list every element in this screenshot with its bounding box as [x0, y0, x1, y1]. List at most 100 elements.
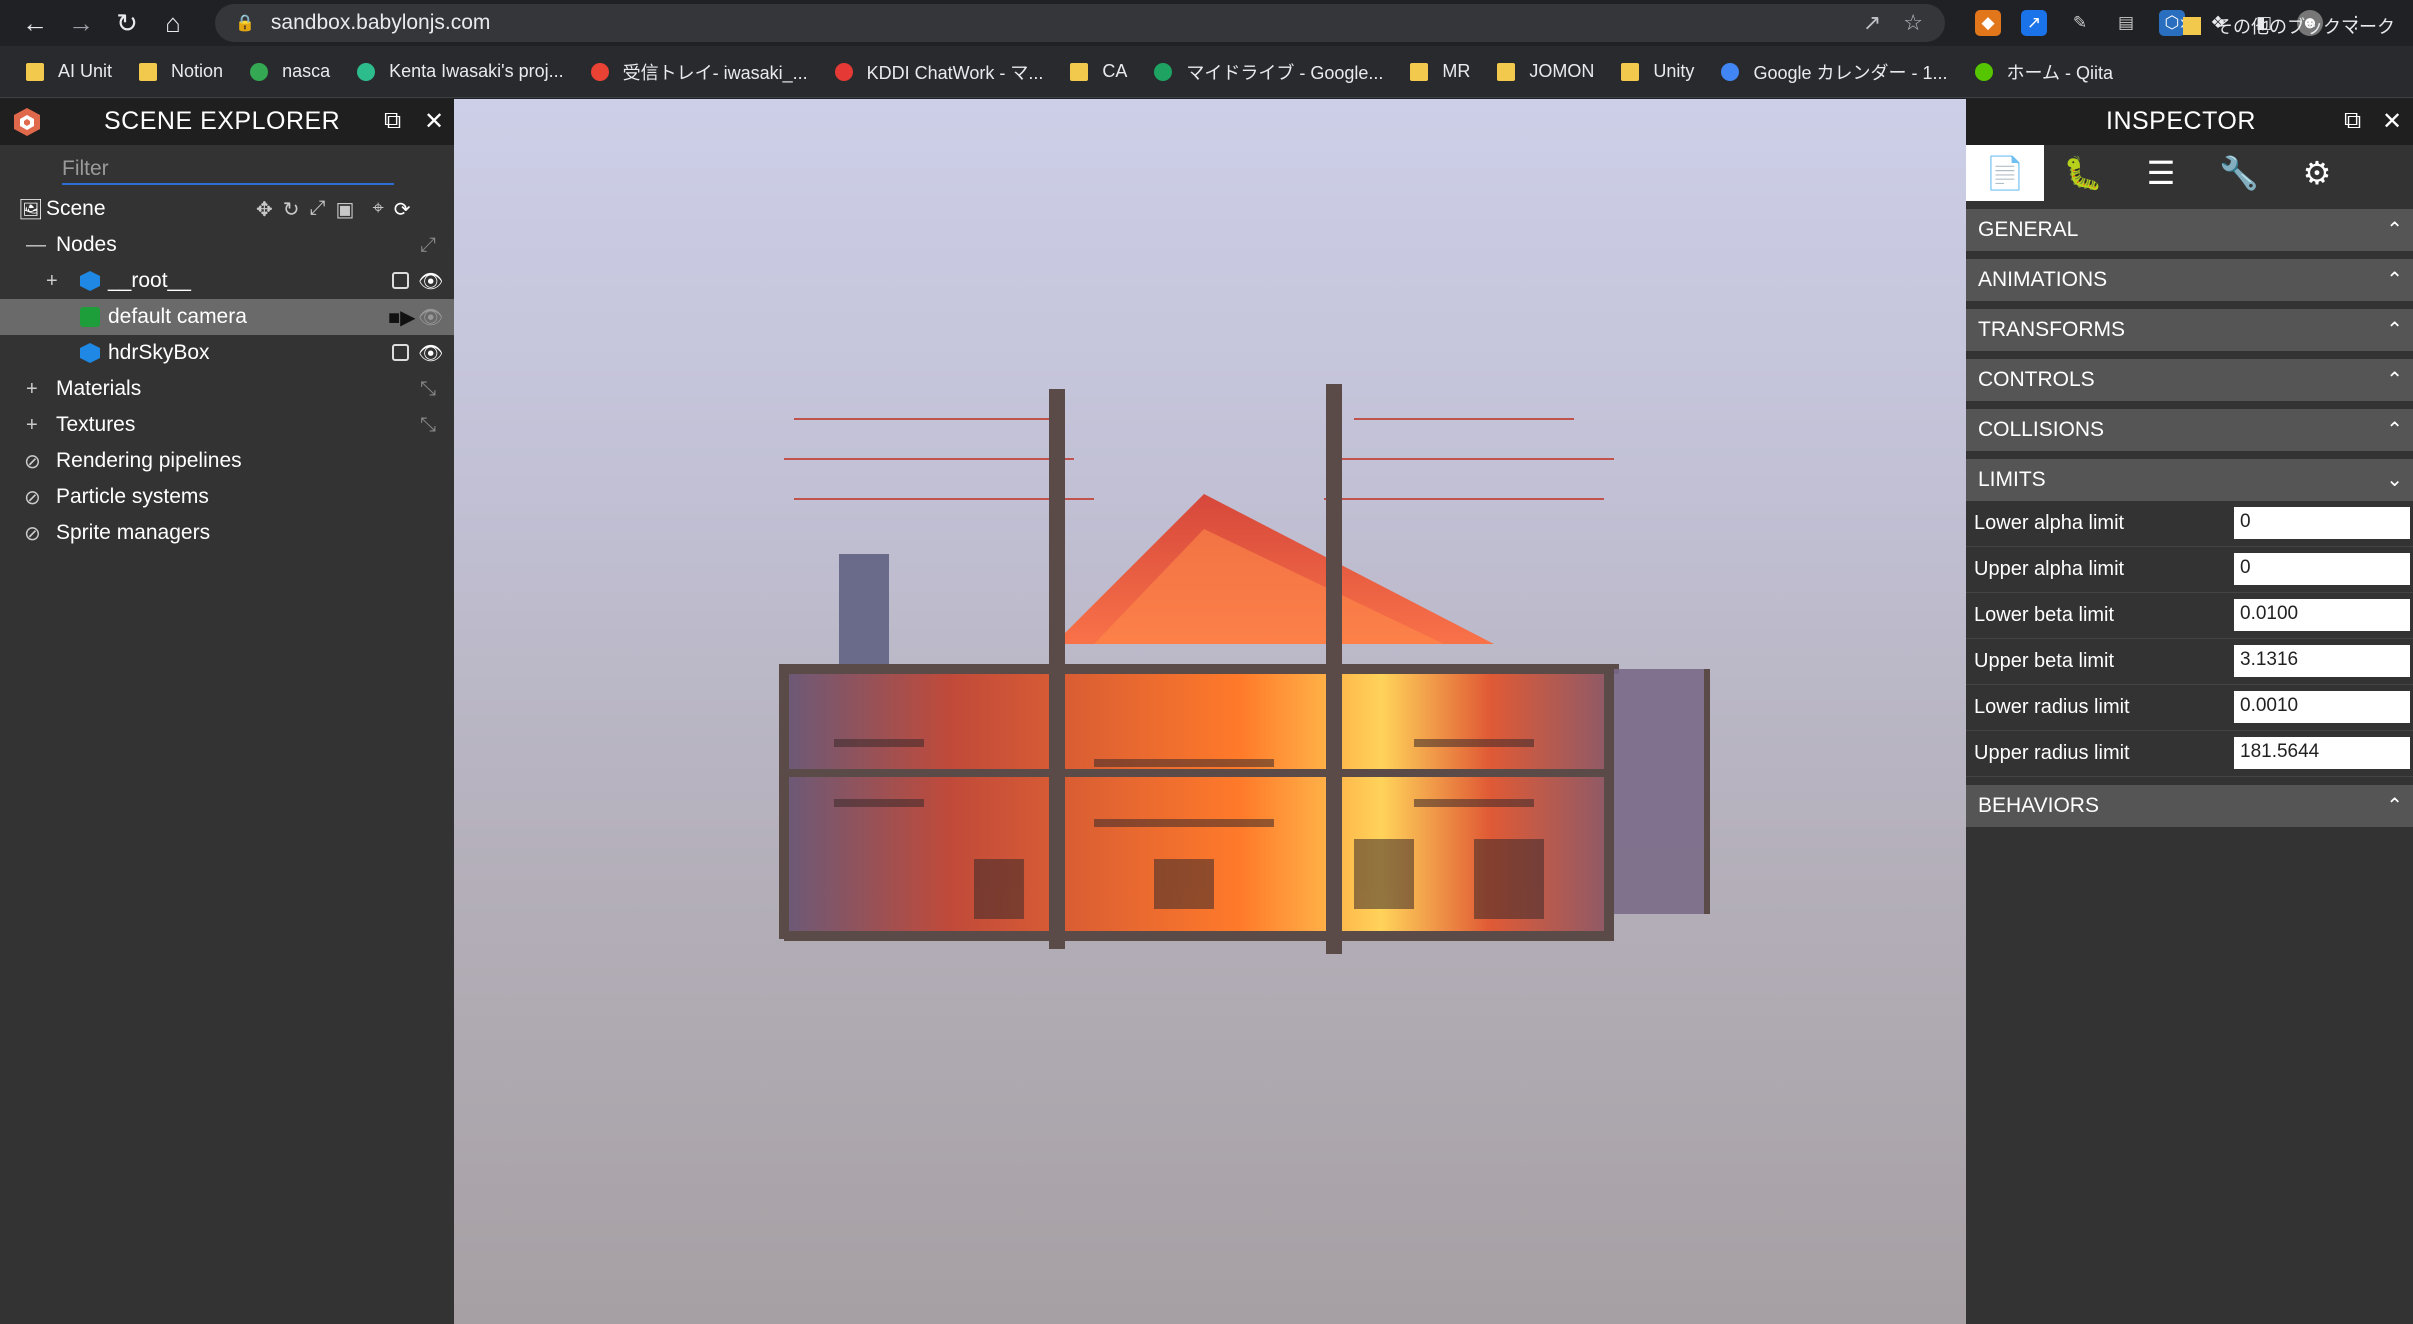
bookmark-item[interactable]: KDDI ChatWork - マ... — [834, 59, 1043, 85]
eyedropper-extension-icon[interactable]: ✎ — [2067, 10, 2093, 36]
bookmark-item[interactable]: CA — [1070, 61, 1127, 82]
address-bar[interactable]: 🔒 sandbox.babylonjs.com ↗ ☆ — [215, 4, 1945, 42]
render-canvas[interactable] — [454, 99, 1966, 1324]
expand-plus-icon[interactable]: + — [26, 378, 38, 401]
upper-alpha-limit-input[interactable]: 0 — [2234, 553, 2410, 585]
mesh-cube-icon — [80, 343, 100, 369]
tree-row-sprite-managers[interactable]: ⊘ Sprite managers — [0, 515, 454, 551]
bookmark-item[interactable]: Google カレンダー - 1... — [1721, 59, 1948, 85]
section-transforms-label: TRANSFORMS — [1978, 318, 2125, 341]
metamask-extension-icon[interactable]: ◆ — [1975, 10, 2001, 36]
reload-icon[interactable]: ↻ — [104, 0, 150, 46]
tree-row-particle-systems[interactable]: ⊘ Particle systems — [0, 479, 454, 515]
bookmark-item[interactable]: 受信トレイ- iwasaki_... — [590, 59, 808, 85]
expand-plus-icon[interactable]: + — [26, 414, 38, 437]
bookmark-item[interactable]: Kenta Iwasaki's proj... — [357, 61, 564, 82]
tree-row-default-camera[interactable]: default camera ■▶ 👁 — [0, 299, 454, 335]
crosshair-icon[interactable]: ⌖ — [372, 197, 383, 222]
star-icon[interactable]: ☆ — [1903, 10, 1923, 36]
chevron-up-icon: ⌃ — [2386, 219, 2403, 241]
debug-tab-bug-icon[interactable]: 🐛 — [2044, 145, 2122, 201]
section-animations-label: ANIMATIONS — [1978, 268, 2108, 291]
bookmark-item[interactable]: Unity — [1621, 61, 1694, 82]
lower-radius-limit-input[interactable]: 0.0010 — [2234, 691, 2410, 723]
chevron-up-icon: ⌃ — [2386, 319, 2403, 341]
section-animations[interactable]: ANIMATIONS ⌃ — [1966, 259, 2413, 301]
close-icon[interactable]: ✕ — [424, 107, 444, 136]
camera-label: default camera — [108, 305, 247, 328]
lower-beta-limit-label: Lower beta limit — [1974, 604, 2115, 626]
upper-radius-limit-label: Upper radius limit — [1974, 742, 2130, 764]
tree-row-textures[interactable]: + Textures ⤡ — [0, 407, 454, 443]
lock-icon: 🔒 — [235, 15, 255, 32]
upper-alpha-limit-label: Upper alpha limit — [1974, 558, 2125, 580]
section-behaviors[interactable]: BEHAVIORS ⌃ — [1966, 785, 2413, 827]
close-icon[interactable]: ✕ — [2382, 107, 2402, 136]
refresh-icon[interactable]: ⟳ — [394, 197, 411, 222]
section-collisions[interactable]: COLLISIONS ⌃ — [1966, 409, 2413, 451]
checkbox-icon[interactable] — [392, 344, 409, 367]
section-controls[interactable]: CONTROLS ⌃ — [1966, 359, 2413, 401]
bounding-box-icon[interactable]: ▣ — [336, 197, 355, 222]
popout-icon[interactable]: ⧉ — [384, 107, 401, 135]
tree-row-materials[interactable]: + Materials ⤡ — [0, 371, 454, 407]
move-gizmo-icon[interactable]: ✥ — [256, 197, 273, 222]
bookmark-label: MR — [1442, 61, 1471, 81]
checkbox-icon[interactable] — [392, 272, 409, 295]
eye-icon[interactable]: 👁 — [418, 269, 443, 294]
bookmark-item[interactable]: MR — [1410, 61, 1470, 82]
scene-explorer-panel: SCENE EXPLORER ⧉ ✕ Filter 🖼 Scene ✥ ↻ ⤢ … — [0, 99, 454, 1324]
sprites-label: Sprite managers — [56, 521, 211, 544]
bookmark-item[interactable]: Notion — [139, 61, 223, 82]
expand-all-icon[interactable]: ⤡ — [420, 378, 436, 401]
upper-beta-limit-input[interactable]: 3.1316 — [2234, 645, 2410, 677]
eye-icon[interactable]: 👁 — [418, 305, 443, 330]
popout-icon[interactable]: ⧉ — [2344, 107, 2361, 135]
bookmark-item[interactable]: ホーム - Qiita — [1974, 59, 2113, 85]
tree-row-rendering-pipelines[interactable]: ⊘ Rendering pipelines — [0, 443, 454, 479]
back-arrow-icon[interactable]: ← — [12, 0, 58, 46]
arrow-extension-icon[interactable]: ↗ — [2021, 10, 2047, 36]
video-camera-icon[interactable]: ■▶ — [388, 305, 415, 330]
rendering-label: Rendering pipelines — [56, 449, 242, 472]
forward-arrow-icon[interactable]: → — [58, 0, 104, 46]
bookmark-item[interactable]: JOMON — [1497, 61, 1594, 82]
tools-tab-wrench-icon[interactable]: 🔧 — [2200, 145, 2278, 201]
inspector-header: INSPECTOR ⧉ ✕ — [1966, 99, 2413, 145]
bookmark-item[interactable]: AI Unit — [26, 61, 112, 82]
lower-alpha-limit-input[interactable]: 0 — [2234, 507, 2410, 539]
rotate-gizmo-icon[interactable]: ↻ — [283, 197, 300, 222]
tree-row-scene[interactable]: 🖼 Scene ✥ ↻ ⤢ ▣ ⌖ ⟳ — [0, 191, 454, 227]
properties-tab-file-icon[interactable]: 📄 — [1966, 145, 2044, 201]
nasca-icon — [250, 62, 269, 81]
lower-beta-limit-input[interactable]: 0.0100 — [2234, 599, 2410, 631]
section-limits[interactable]: LIMITS ⌄ — [1966, 459, 2413, 501]
collapse-minus-icon[interactable]: — — [26, 234, 46, 257]
upper-radius-limit-input[interactable]: 181.5644 — [2234, 737, 2410, 769]
eye-icon[interactable]: 👁 — [418, 341, 443, 366]
inspector-title: INSPECTOR — [2106, 107, 2256, 135]
bookmark-item[interactable]: nasca — [250, 61, 330, 82]
expand-plus-icon[interactable]: + — [46, 270, 58, 293]
bookmark-item[interactable]: マイドライブ - Google... — [1154, 59, 1383, 85]
filter-input[interactable]: Filter — [62, 153, 394, 185]
tree-row-root[interactable]: + __root__ 👁 — [0, 263, 454, 299]
expand-all-icon[interactable]: ⤡ — [420, 414, 436, 437]
section-general[interactable]: GENERAL ⌃ — [1966, 209, 2413, 251]
folder-icon — [2183, 17, 2201, 35]
statistics-tab-chart-icon[interactable]: ☰ — [2122, 145, 2200, 201]
window-extension-icon[interactable]: ▤ — [2113, 10, 2139, 36]
tree-row-skybox[interactable]: hdrSkyBox 👁 — [0, 335, 454, 371]
collapse-all-icon[interactable]: ⤢ — [420, 234, 436, 257]
tree-row-nodes[interactable]: — Nodes ⤢ — [0, 227, 454, 263]
folder-icon — [1621, 62, 1640, 81]
other-bookmarks[interactable]: その他のブックマーク — [2183, 0, 2395, 52]
particles-label: Particle systems — [56, 485, 209, 508]
textures-label: Textures — [56, 413, 136, 436]
scale-gizmo-icon[interactable]: ⤢ — [310, 197, 326, 222]
share-icon[interactable]: ↗ — [1863, 10, 1881, 36]
section-transforms[interactable]: TRANSFORMS ⌃ — [1966, 309, 2413, 351]
home-icon[interactable]: ⌂ — [150, 0, 196, 46]
bookmark-label: ホーム - Qiita — [2006, 62, 2113, 83]
settings-tab-gear-icon[interactable]: ⚙ — [2278, 145, 2356, 201]
